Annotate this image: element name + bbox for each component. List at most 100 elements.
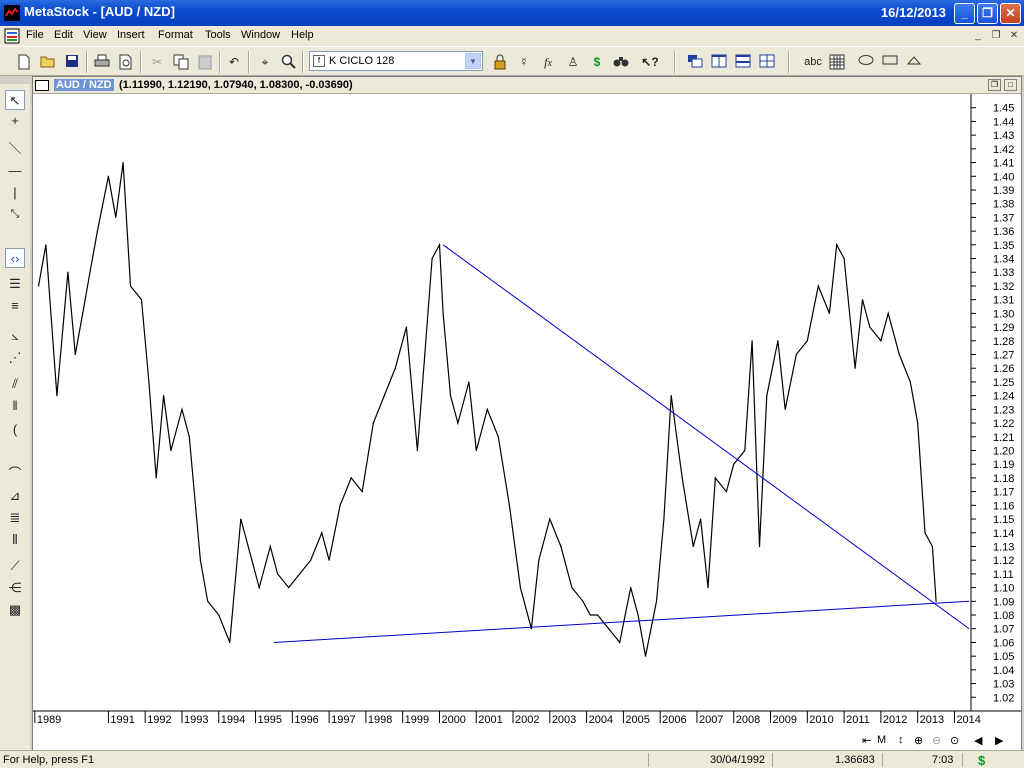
crosshair-icon[interactable]: ⌖ [255, 52, 275, 72]
inspector-icon[interactable]: ☿ [514, 52, 534, 72]
status-online-dollar-icon: $ [978, 753, 986, 768]
price-point [795, 353, 797, 356]
text-tool-icon[interactable]: abc [803, 52, 823, 72]
scroll-left-icon[interactable]: ◀ [974, 734, 982, 747]
chart-window-maximize-button[interactable]: □ [1004, 79, 1017, 91]
price-point [181, 408, 183, 410]
menu-format[interactable]: Format [158, 29, 193, 41]
menu-tools[interactable]: Tools [205, 29, 231, 41]
minimize-button[interactable]: _ [954, 3, 975, 24]
arc-icon[interactable]: ( [5, 420, 25, 440]
vertical-line-icon[interactable]: | [5, 183, 25, 203]
help-pointer-icon[interactable]: ↖? [640, 52, 660, 72]
menu-insert[interactable]: Insert [117, 29, 145, 41]
new-icon[interactable] [14, 52, 34, 72]
chart-document-icon[interactable] [4, 28, 20, 44]
rectangle-icon[interactable] [880, 52, 900, 72]
zoom-icon[interactable] [279, 52, 299, 72]
paste-icon[interactable] [195, 52, 215, 72]
zoom-vertical-icon[interactable]: ↕ [898, 734, 904, 746]
menu-help[interactable]: Help [291, 29, 314, 41]
price-point [898, 353, 900, 356]
cut-icon[interactable]: ✂ [147, 52, 167, 72]
chart-window-restore-button[interactable]: ❐ [988, 79, 1001, 91]
price-point [288, 587, 290, 589]
system-tester-icon[interactable]: ♙ [563, 52, 583, 72]
fibonacci-fan-icon[interactable]: ⊿ [5, 486, 25, 506]
mdi-restore-button[interactable]: ❐ [989, 29, 1003, 43]
price-point [861, 299, 864, 301]
cascade-windows-icon[interactable] [685, 52, 705, 72]
restore-button[interactable]: ❐ [977, 3, 998, 24]
speed-resistance-icon[interactable]: ☰ [5, 274, 25, 294]
mdi-minimize-button[interactable]: _ [971, 29, 985, 43]
price-point [637, 614, 639, 616]
tile-grid-icon[interactable] [757, 52, 777, 72]
cycle-time-icon[interactable]: ⦀ [5, 530, 25, 550]
explorer-binoculars-icon[interactable] [611, 52, 631, 72]
price-point [269, 545, 271, 548]
price-point [475, 449, 477, 452]
print-preview-icon[interactable] [116, 52, 136, 72]
andrews-pitchfork-icon[interactable]: ⋲ [5, 578, 25, 598]
fibonacci-tool-icon[interactable]: ⤡ [5, 204, 25, 224]
formula-fx-icon[interactable]: fx [538, 52, 558, 72]
menu-window[interactable]: Window [241, 29, 280, 41]
fibonacci-arcs-icon[interactable]: ⌒ [5, 464, 25, 484]
status-separator [882, 753, 883, 767]
mdi-close-button[interactable]: ✕ [1007, 29, 1021, 43]
trendline-tool-icon[interactable]: ＼ [5, 139, 25, 159]
price-point [766, 395, 768, 397]
price-point [744, 449, 746, 452]
save-icon[interactable] [62, 52, 82, 72]
security-lock-icon[interactable] [490, 52, 510, 72]
scroll-right-icon[interactable]: ▶ [995, 734, 1003, 747]
zoom-reset-icon[interactable]: ⊙ [950, 734, 959, 747]
price-point [361, 491, 363, 493]
fan-lines-icon[interactable]: ⋰ [5, 348, 25, 368]
horizontal-line-icon[interactable]: — [5, 161, 25, 181]
price-point [350, 477, 352, 479]
crosshair-plus-icon[interactable]: + [5, 111, 25, 131]
triangle-icon[interactable] [904, 52, 924, 72]
chevron-down-icon[interactable]: ▼ [465, 53, 481, 69]
undo-icon[interactable]: ↶ [224, 52, 244, 72]
menu-edit[interactable]: Edit [54, 29, 73, 41]
close-button[interactable]: ✕ [1000, 3, 1021, 24]
parallel-lines-icon[interactable]: ⫽ [5, 374, 25, 394]
scroll-arrows-icon[interactable]: ‹› [5, 248, 25, 268]
chart-window-title-bar: AUD / NZD (1.11990, 1.12190, 1.07940, 1.… [33, 77, 1021, 94]
status-cursor-value: 1.36683 [835, 754, 875, 766]
y-tick-label: 1.27 [993, 350, 1014, 362]
indicator-combo[interactable]: f K CICLO 128 ▼ [309, 51, 483, 71]
price-point [442, 312, 444, 314]
fibonacci-time-zones-icon[interactable]: ≣ [5, 508, 25, 528]
menu-view[interactable]: View [83, 29, 107, 41]
zoom-in-icon[interactable]: ⊕ [914, 734, 923, 747]
fibonacci-retracement-icon[interactable]: ≡ [5, 296, 25, 316]
price-point [56, 395, 58, 397]
open-folder-icon[interactable] [38, 52, 58, 72]
expert-dollar-icon[interactable]: $ [587, 52, 607, 72]
ellipse-icon[interactable] [856, 52, 876, 72]
price-chart[interactable]: 1.021.03 1.04 1.05 1.061.07 1.08 1.091.10 1.11… [33, 94, 1021, 750]
cycle-lines-icon[interactable]: ‖ [5, 396, 25, 416]
tile-vertical-icon[interactable] [709, 52, 729, 72]
scale-m-button[interactable]: M [877, 734, 886, 746]
tile-horizontal-icon[interactable] [733, 52, 753, 72]
y-tick-label: 1.18 [993, 473, 1014, 485]
copy-icon[interactable] [171, 52, 191, 72]
gann-fan-icon[interactable]: ⦣ [5, 326, 25, 346]
y-tick-label: 1.06 [993, 637, 1014, 649]
regression-line-icon[interactable]: ⟋ [5, 556, 25, 576]
grid-table-icon[interactable] [827, 52, 847, 72]
scroll-left-end-icon[interactable]: ⇤ [862, 734, 871, 747]
pointer-arrow-icon[interactable]: ↖ [5, 90, 25, 110]
gann-grid-icon[interactable]: ▩ [5, 600, 25, 620]
zoom-out-icon[interactable]: ⊖ [932, 734, 941, 747]
x-tick-label: 2004 [589, 714, 613, 726]
price-point [843, 257, 845, 260]
print-icon[interactable] [92, 52, 112, 72]
menu-file[interactable]: File [26, 29, 44, 41]
indicator-combo-value: K CICLO 128 [329, 55, 395, 67]
